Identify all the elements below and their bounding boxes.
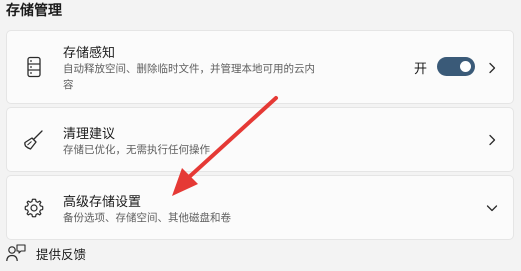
storage-sense-description: 自动释放空间、删除临时文件，并管理本地可用的云内容 xyxy=(63,63,315,91)
feedback-link[interactable]: 提供反馈 xyxy=(6,242,86,264)
storage-sense-toggle[interactable] xyxy=(437,57,475,76)
advanced-storage-description: 备份选项、存储空间、其他磁盘和卷 xyxy=(63,212,231,224)
cleanup-recommendations-card[interactable]: 清理建议 存储已优化，无需执行任何操作 xyxy=(6,107,514,172)
storage-sense-title: 存储感知 xyxy=(63,46,116,61)
drive-icon xyxy=(27,56,41,78)
gear-icon xyxy=(24,198,44,218)
cleanup-description: 存储已优化，无需执行任何操作 xyxy=(63,144,210,156)
advanced-storage-title: 高级存储设置 xyxy=(63,195,142,210)
broom-icon xyxy=(24,130,43,150)
chevron-right-icon[interactable] xyxy=(485,61,499,75)
storage-sense-card[interactable]: 存储感知 自动释放空间、删除临时文件，并管理本地可用的云内容 开 xyxy=(6,30,514,104)
toggle-knob xyxy=(460,61,471,72)
chevron-right-icon[interactable] xyxy=(485,133,499,147)
cleanup-title: 清理建议 xyxy=(63,127,116,142)
feedback-icon xyxy=(6,244,26,262)
section-title: 存储管理 xyxy=(6,3,62,19)
storage-sense-toggle-label: 开 xyxy=(414,62,428,77)
feedback-label: 提供反馈 xyxy=(36,246,87,262)
advanced-storage-settings-card[interactable]: 高级存储设置 备份选项、存储空间、其他磁盘和卷 xyxy=(6,175,514,240)
chevron-down-icon[interactable] xyxy=(485,201,499,215)
